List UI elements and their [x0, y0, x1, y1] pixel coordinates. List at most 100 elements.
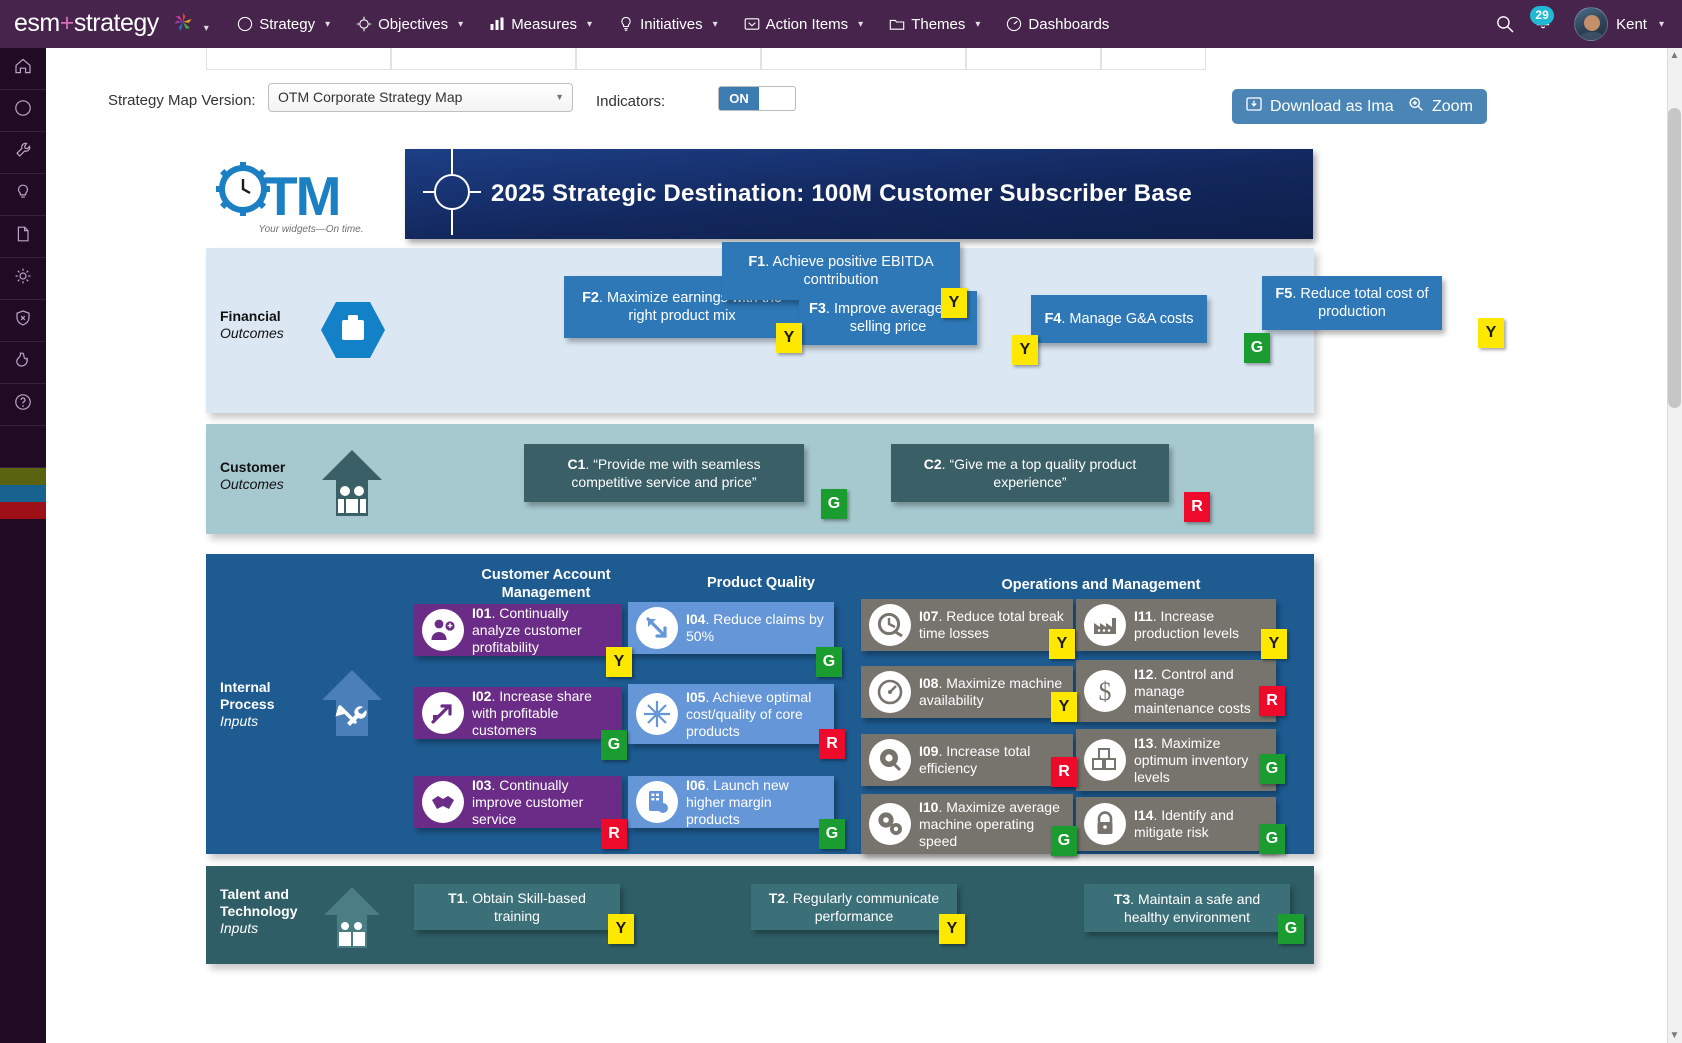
nav-item-initiatives[interactable]: Initiatives ▾	[605, 0, 731, 48]
indicator-I12[interactable]: R	[1259, 686, 1285, 716]
indicator-C1[interactable]: G	[821, 489, 847, 519]
indicator-I06[interactable]: G	[819, 819, 845, 849]
lightbulb-icon	[618, 16, 634, 32]
rail-item-tools[interactable]	[0, 132, 46, 174]
indicator-I03[interactable]: R	[601, 819, 627, 849]
indicator-F2[interactable]: Y	[776, 323, 802, 353]
indicator-I02[interactable]: G	[601, 730, 627, 760]
node-I07[interactable]: I07. Reduce total break time losses	[861, 599, 1073, 651]
node-I11[interactable]: I11. Increase production levels	[1076, 599, 1276, 651]
nav-item-action-items[interactable]: Action Items ▾	[731, 0, 877, 48]
strategy-map-version-select[interactable]: OTM Corporate Strategy Map ▼	[268, 83, 573, 112]
nav-item-strategy[interactable]: Strategy ▾	[224, 0, 343, 48]
nav-item-strategy-label: Strategy	[259, 16, 315, 33]
indicator-T3[interactable]: G	[1278, 914, 1304, 944]
node-T3[interactable]: T3. Maintain a safe and healthy environm…	[1084, 884, 1290, 932]
indicator-I04[interactable]: G	[816, 647, 842, 677]
gear-search-icon	[869, 739, 911, 781]
node-C2-text: “Give me a top quality product experienc…	[949, 456, 1136, 490]
nav-right-actions: 29 Kent ▾	[1488, 7, 1682, 41]
nav-item-measures[interactable]: Measures ▾	[476, 0, 605, 48]
user-menu[interactable]: Kent ▾	[1574, 7, 1664, 41]
indicator-I13[interactable]: G	[1259, 754, 1285, 784]
vertical-scrollbar[interactable]: ▲ ▼	[1667, 48, 1682, 1043]
indicator-I11[interactable]: Y	[1261, 629, 1287, 659]
rail-item-documents[interactable]	[0, 216, 46, 258]
scrollbar-thumb[interactable]	[1668, 108, 1681, 408]
zoom-label: Zoom	[1432, 98, 1473, 116]
node-C1[interactable]: C1. “Provide me with seamless competitiv…	[524, 444, 804, 502]
node-I03[interactable]: I03. Continually improve customer servic…	[414, 776, 622, 828]
indicator-I08[interactable]: Y	[1051, 692, 1077, 722]
node-I06[interactable]: I06. Launch new higher margin products	[628, 776, 834, 828]
node-I14[interactable]: I14. Identify and mitigate risk	[1076, 797, 1276, 851]
scroll-down-arrow-icon[interactable]: ▼	[1668, 1029, 1681, 1042]
version-label: Strategy Map Version:	[108, 92, 256, 109]
column-header-operations-and-management: Operations and Management	[906, 576, 1296, 594]
indicator-I10[interactable]: G	[1051, 826, 1077, 856]
colorful-star-icon	[173, 10, 193, 39]
indicator-F3[interactable]: Y	[1012, 335, 1038, 365]
node-I01[interactable]: I01. Continually analyze customer profit…	[414, 604, 622, 656]
rail-item-ideas[interactable]	[0, 174, 46, 216]
indicators-label: Indicators:	[596, 93, 665, 110]
indicator-I01[interactable]: Y	[606, 647, 632, 677]
node-C2[interactable]: C2. “Give me a top quality product exper…	[891, 444, 1169, 502]
search-icon[interactable]	[1488, 7, 1522, 41]
node-I04[interactable]: I04. Reduce claims by 50%	[628, 602, 834, 654]
indicator-F4[interactable]: G	[1244, 333, 1270, 363]
rail-item-settings[interactable]	[0, 258, 46, 300]
node-I09[interactable]: I09. Increase total efficiency	[861, 734, 1073, 786]
indicators-toggle[interactable]: ON	[718, 86, 796, 111]
indicator-I05[interactable]: R	[819, 729, 845, 759]
indicator-F5[interactable]: Y	[1478, 318, 1504, 348]
node-F3-id: F3	[809, 301, 826, 317]
node-T2[interactable]: T2. Regularly communicate performance	[751, 884, 957, 930]
node-I05[interactable]: I05. Achieve optimal cost/quality of cor…	[628, 684, 834, 744]
rail-item-explore[interactable]	[0, 90, 46, 132]
indicator-T1[interactable]: Y	[608, 914, 634, 944]
brand-chevron-down-icon[interactable]: ▾	[204, 23, 209, 34]
node-I08[interactable]: I08. Maximize machine availability	[861, 666, 1073, 718]
indicator-T2[interactable]: Y	[939, 914, 965, 944]
node-I10[interactable]: I10. Maximize average machine operating …	[861, 794, 1073, 854]
rail-item-help[interactable]	[0, 384, 46, 426]
node-I12-id: I12	[1134, 666, 1153, 682]
rail-swatch-red[interactable]	[0, 502, 46, 519]
node-I02[interactable]: I02. Increase share with profitable cust…	[414, 687, 622, 739]
logo-letters: TM	[264, 164, 339, 228]
rail-swatch-blue[interactable]	[0, 485, 46, 502]
page-content: Strategy Map Version: OTM Corporate Stra…	[46, 48, 1682, 1043]
indicator-F1[interactable]: Y	[941, 288, 967, 318]
rail-item-blank[interactable]	[0, 426, 46, 468]
band-financial-subtitle: Outcomes	[220, 325, 284, 342]
rail-item-hot[interactable]	[0, 342, 46, 384]
avatar	[1574, 7, 1608, 41]
nav-item-themes[interactable]: Themes ▾	[876, 0, 993, 48]
node-F4[interactable]: F4. Manage G&A costs	[1031, 295, 1207, 343]
node-I12[interactable]: $ I12. Control and manage maintenance co…	[1076, 660, 1276, 722]
node-I13[interactable]: I13. Maximize optimum inventory levels	[1076, 729, 1276, 791]
indicator-I07[interactable]: Y	[1049, 629, 1075, 659]
indicators-toggle-state: ON	[719, 87, 759, 110]
node-T1[interactable]: T1. Obtain Skill-based training	[414, 884, 620, 930]
dollar-icon: $	[1084, 670, 1126, 712]
gear-icon	[13, 266, 33, 291]
brand-logo[interactable]: esm+strategy ▾	[0, 9, 208, 39]
indicator-I09[interactable]: R	[1051, 757, 1077, 787]
zoom-button[interactable]: Zoom	[1394, 89, 1487, 124]
background-table-row	[206, 48, 1366, 70]
rail-swatch-olive[interactable]	[0, 468, 46, 485]
notifications-button[interactable]: 29	[1526, 7, 1560, 41]
briefcase-hex-icon	[319, 300, 387, 365]
rail-item-home[interactable]	[0, 48, 46, 90]
scroll-up-arrow-icon[interactable]: ▲	[1668, 49, 1681, 62]
nav-item-objectives[interactable]: Objectives ▾	[343, 0, 476, 48]
node-F5[interactable]: F5. Reduce total cost of production	[1262, 276, 1442, 330]
nav-item-dashboards[interactable]: Dashboards	[993, 0, 1122, 48]
band-financial: Financial Outcomes F2. Maximize earnings…	[206, 248, 1314, 413]
indicator-C2[interactable]: R	[1184, 492, 1210, 522]
rail-item-risk[interactable]	[0, 300, 46, 342]
indicator-I14[interactable]: G	[1259, 824, 1285, 854]
people-arrow-icon	[318, 884, 386, 955]
